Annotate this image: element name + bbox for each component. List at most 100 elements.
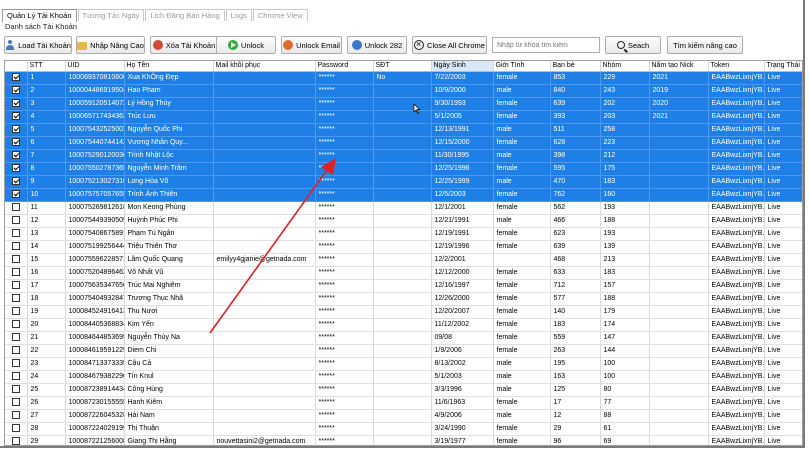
cell-phone[interactable]: No [373, 71, 432, 85]
cell-uid[interactable]: 100004486919504 [65, 84, 125, 98]
cell-phone[interactable] [373, 123, 432, 137]
cell-stt[interactable]: 25 [27, 383, 66, 397]
cell-recovery-mail[interactable]: emilyy4gjanie@getnada.com [213, 253, 316, 267]
cell-phone[interactable] [373, 240, 432, 254]
cell-recovery-mail[interactable] [213, 305, 316, 319]
cell-stt[interactable]: 26 [27, 396, 66, 410]
header-birthday[interactable]: Ngày Sinh [431, 61, 494, 72]
cell-recovery-mail[interactable]: nouvettasini2@getnada.com [213, 435, 316, 445]
cell-gender[interactable]: female [493, 227, 551, 241]
cell-stt[interactable]: 24 [27, 370, 66, 384]
cell-password[interactable]: ****** [315, 292, 374, 306]
cell-gender[interactable]: female [493, 240, 551, 254]
row-checkbox[interactable] [11, 254, 20, 263]
cell-groups[interactable]: 139 [600, 240, 650, 254]
cell-token[interactable]: EAABwzLixnjYB... [708, 201, 765, 215]
cell-recovery-mail[interactable] [213, 110, 316, 124]
row-checkbox[interactable] [11, 124, 20, 133]
cell-gender[interactable]: female [493, 110, 551, 124]
cell-token[interactable]: EAABwzLixnjYB... [708, 422, 765, 436]
row-checkbox[interactable] [11, 358, 20, 367]
cell-password[interactable]: ****** [315, 214, 374, 228]
cell-friends[interactable]: 263 [550, 344, 601, 358]
cell-status[interactable]: Live [764, 136, 802, 150]
cell-friends[interactable]: 96 [550, 435, 601, 445]
cell-name[interactable]: Võ Nhất Vũ [124, 266, 214, 280]
cell-password[interactable]: ****** [315, 279, 374, 293]
cell-groups[interactable]: 144 [600, 344, 650, 358]
table-row[interactable]: 15 100075596228571 Lâm Quốc Quang emilyy4gj… [5, 253, 802, 267]
table-row[interactable]: 11 100075269812618 Mon Keong Phùng ****** 12… [5, 201, 802, 215]
cell-gender[interactable]: female [493, 266, 551, 280]
advanced-search-button[interactable]: Tìm kiếm nâng cao [667, 36, 743, 54]
cell-year-created[interactable] [649, 409, 709, 423]
cell-phone[interactable] [373, 279, 432, 293]
cell-stt[interactable]: 3 [27, 97, 66, 111]
cell-recovery-mail[interactable] [213, 318, 316, 332]
cell-birthday[interactable]: 7/22/2003 [431, 71, 494, 85]
cell-uid[interactable]: 100084524916413 [65, 305, 125, 319]
delete-account-button[interactable]: Xóa Tài Khoản [150, 36, 218, 54]
unlock-282-button[interactable]: Unlock 282 [347, 36, 407, 54]
cell-status[interactable]: Live [764, 305, 802, 319]
cell-password[interactable]: ****** [315, 357, 374, 371]
cell-password[interactable]: ****** [315, 240, 374, 254]
cell-name[interactable]: Trúc Lưu [124, 110, 214, 124]
cell-token[interactable]: EAABwzLixnjYB... [708, 253, 765, 267]
cell-friends[interactable]: 628 [550, 136, 601, 150]
cell-uid[interactable]: 100087221256008 [65, 435, 125, 445]
cell-gender[interactable]: female [493, 318, 551, 332]
cell-status[interactable]: Live [764, 409, 802, 423]
cell-gender[interactable]: female [493, 292, 551, 306]
header-password[interactable]: Password [315, 61, 374, 72]
cell-birthday[interactable]: 12/1/2001 [431, 201, 494, 215]
cell-name[interactable]: Vương Nhân Quy... [124, 136, 214, 150]
cell-year-created[interactable] [649, 149, 709, 163]
cell-recovery-mail[interactable] [213, 71, 316, 85]
cell-friends[interactable]: 762 [550, 188, 601, 202]
cell-status[interactable]: Live [764, 97, 802, 111]
header-groups[interactable]: Nhóm [600, 61, 650, 72]
row-checkbox[interactable] [11, 293, 20, 302]
cell-status[interactable]: Live [764, 214, 802, 228]
row-checkbox[interactable] [11, 345, 20, 354]
cell-name[interactable]: Trình Ánh Thiên [124, 188, 214, 202]
cell-name[interactable]: Tín Knul [124, 370, 214, 384]
cell-token[interactable]: EAABwzLixnjYB... [708, 97, 765, 111]
cell-friends[interactable]: 639 [550, 97, 601, 111]
cell-token[interactable]: EAABwzLixnjYB... [708, 318, 765, 332]
cell-stt[interactable]: 29 [27, 435, 66, 445]
cell-status[interactable]: Live [764, 370, 802, 384]
row-checkbox[interactable] [11, 72, 20, 81]
cell-groups[interactable]: 80 [600, 383, 650, 397]
table-row[interactable]: 16 100075204896462 Võ Nhất Vũ ****** 12/12/2… [5, 266, 802, 280]
cell-password[interactable]: ****** [315, 305, 374, 319]
cell-uid[interactable]: 100075404932847 [65, 292, 125, 306]
cell-friends[interactable]: 393 [550, 110, 601, 124]
cell-uid[interactable]: 100075199256444 [65, 240, 125, 254]
cell-token[interactable]: EAABwzLixnjYB... [708, 409, 765, 423]
cell-token[interactable]: EAABwzLixnjYB... [708, 214, 765, 228]
cell-groups[interactable]: 229 [600, 71, 650, 85]
cell-phone[interactable] [373, 201, 432, 215]
header-gender[interactable]: Giới Tính [493, 61, 551, 72]
cell-uid[interactable]: 100069370810600 [65, 71, 125, 85]
search-input[interactable] [492, 37, 600, 53]
cell-token[interactable]: EAABwzLixnjYB... [708, 240, 765, 254]
cell-recovery-mail[interactable] [213, 227, 316, 241]
cell-phone[interactable] [373, 435, 432, 445]
row-checkbox[interactable] [11, 319, 20, 328]
cell-recovery-mail[interactable] [213, 292, 316, 306]
cell-token[interactable]: EAABwzLixnjYB... [708, 188, 765, 202]
cell-status[interactable]: Live [764, 253, 802, 267]
cell-recovery-mail[interactable] [213, 409, 316, 423]
cell-groups[interactable]: 223 [600, 136, 650, 150]
cell-gender[interactable]: female [493, 201, 551, 215]
cell-year-created[interactable] [649, 201, 709, 215]
cell-password[interactable]: ****** [315, 162, 374, 176]
cell-groups[interactable]: 213 [600, 253, 650, 267]
cell-phone[interactable] [373, 175, 432, 189]
table-row[interactable]: 14 100075199256444 Triệu Thiên Thơ ****** 12… [5, 240, 802, 254]
table-row[interactable]: 13 100075408675891 Phạm Tú Ngân ****** 12/19… [5, 227, 802, 241]
tab-chrome-view[interactable]: Chrome View [252, 9, 308, 21]
